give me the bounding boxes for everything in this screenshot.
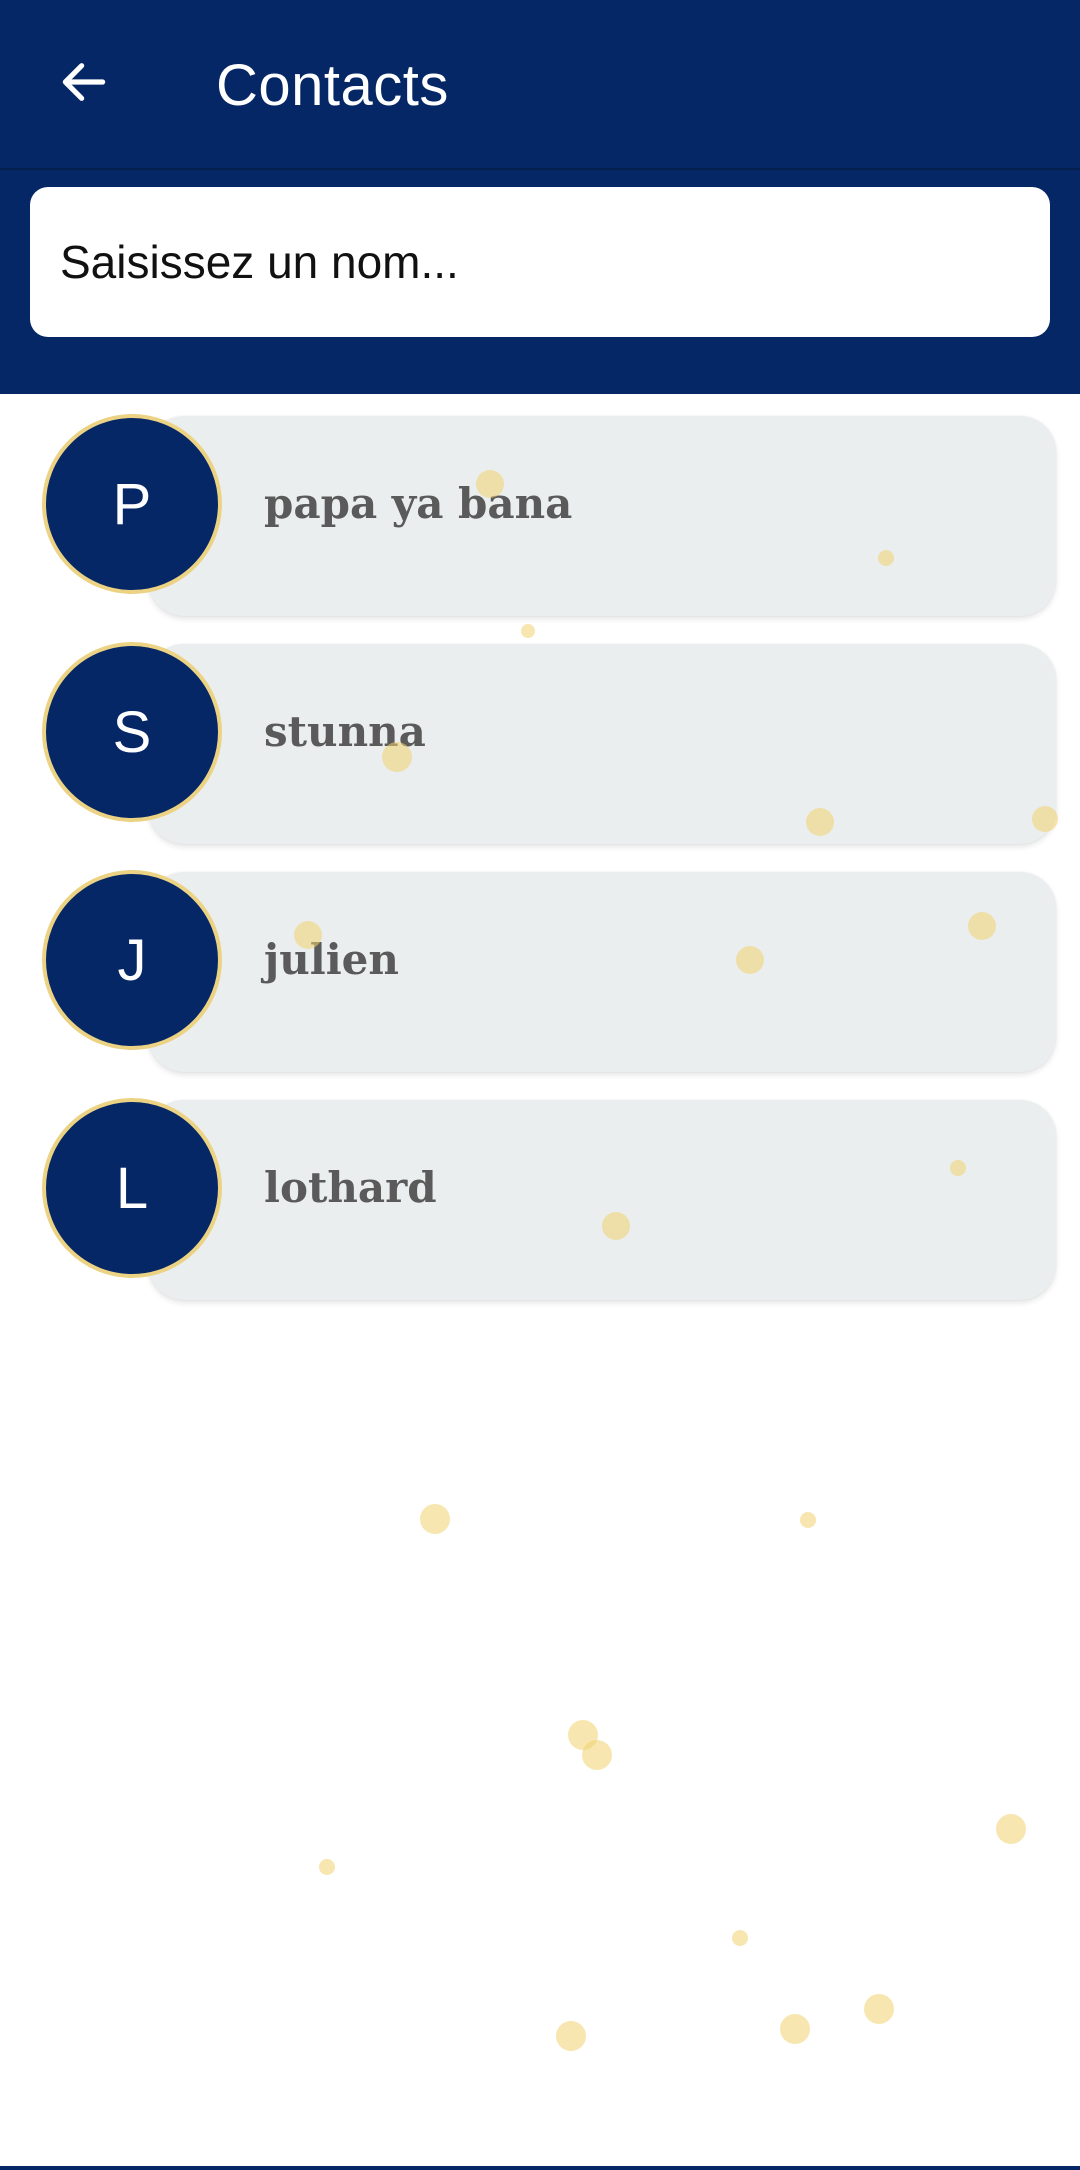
contact-name: papa ya bana — [264, 479, 573, 528]
decoration-dot — [800, 1512, 816, 1528]
decoration-dot — [582, 1740, 612, 1770]
contact-item[interactable]: L lothard — [36, 1088, 1060, 1300]
avatar[interactable]: P — [42, 414, 222, 594]
contact-name: stunna — [264, 707, 426, 756]
contact-item[interactable]: P papa ya bana — [36, 404, 1060, 616]
header: Contacts — [0, 0, 1080, 394]
avatar[interactable]: L — [42, 1098, 222, 1278]
decoration-dot — [568, 1720, 598, 1750]
contact-name: lothard — [264, 1163, 437, 1212]
decoration-dot — [420, 1504, 450, 1534]
avatar[interactable]: S — [42, 642, 222, 822]
decoration-dot — [996, 1814, 1026, 1844]
search-box[interactable] — [30, 187, 1050, 337]
contact-name: julien — [264, 935, 399, 984]
search-input[interactable] — [60, 187, 1020, 337]
contact-item[interactable]: S stunna — [36, 632, 1060, 844]
decoration-dot — [556, 2021, 586, 2051]
decoration-dot — [732, 1930, 748, 1946]
app-bar: Contacts — [0, 0, 1080, 170]
back-button[interactable] — [44, 44, 124, 124]
contacts-screen: Contacts P papa ya bana S stunna J julie… — [0, 0, 1080, 2170]
decoration-dot — [780, 2014, 810, 2044]
arrow-left-icon — [56, 54, 112, 115]
bottom-divider — [0, 2166, 1080, 2170]
contact-item[interactable]: J julien — [36, 860, 1060, 1072]
decoration-dot — [319, 1859, 335, 1875]
page-title: Contacts — [216, 53, 449, 118]
decoration-dot — [864, 1994, 894, 2024]
avatar[interactable]: J — [42, 870, 222, 1050]
